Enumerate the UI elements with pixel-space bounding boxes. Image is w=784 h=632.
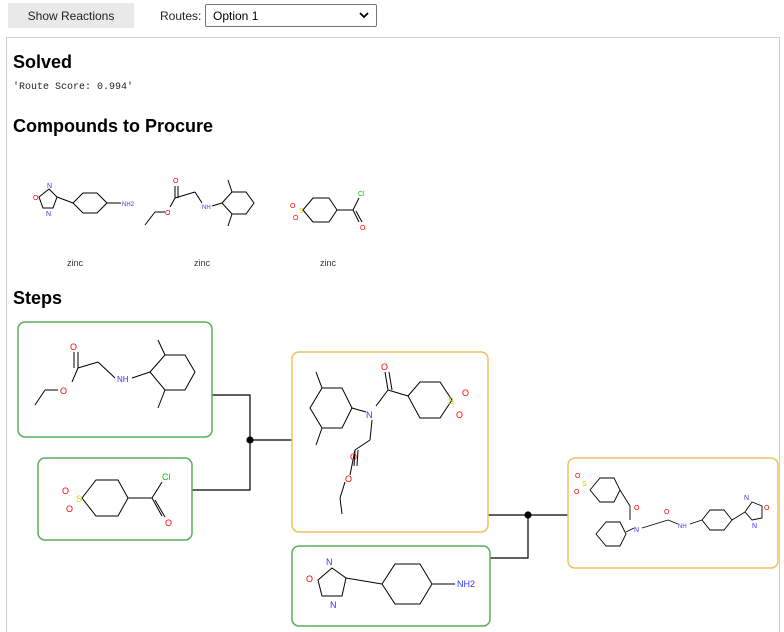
procure-source-label: zinc xyxy=(193,258,210,268)
procure-3-atom-o: O xyxy=(293,215,299,222)
procure-2-atom-nh: NH xyxy=(202,205,211,211)
atom-o: O xyxy=(462,388,469,398)
atom-o: O xyxy=(66,504,73,514)
step-molecule-reactant-3: O N N NH2 xyxy=(291,545,491,627)
step-molecule-product: S O O O N O NH N O N xyxy=(567,457,779,569)
step-molecule-reactant-1: O O NH xyxy=(17,321,213,438)
procure-heading: Compounds to Procure xyxy=(13,116,214,136)
procure-3-atom-s: S xyxy=(299,208,304,215)
procure-3-atom-o: O xyxy=(290,203,296,210)
atom-s: S xyxy=(448,396,454,406)
atom-n: N xyxy=(326,557,333,567)
procure-source-label: zinc xyxy=(319,258,336,268)
status-heading: Solved xyxy=(13,52,73,72)
step-molecule-reactant-2: S O O O Cl xyxy=(37,457,193,541)
atom-o: O xyxy=(60,386,67,396)
atom-o: O xyxy=(62,486,69,496)
atom-nh: NH xyxy=(117,375,129,384)
step-molecule-intermediate: N O S O O O O xyxy=(291,351,489,533)
atom-n: N xyxy=(366,410,373,420)
atom-s: S xyxy=(76,494,82,504)
atom-nh2: NH2 xyxy=(457,579,475,589)
atom-o: O xyxy=(575,473,581,480)
procure-1-atom-o: O xyxy=(33,195,39,202)
atom-o: O xyxy=(345,474,352,484)
chevron-down-icon xyxy=(359,12,369,19)
atom-n: N xyxy=(634,527,639,534)
routes-selected-value: Option 1 xyxy=(213,8,259,23)
show-reactions-button[interactable]: Show Reactions xyxy=(8,3,134,28)
atom-n: N xyxy=(330,600,337,610)
routes-label: Routes: xyxy=(160,9,202,23)
procure-source-label: zinc xyxy=(66,258,83,268)
atom-o: O xyxy=(350,452,357,462)
procure-1-atom-n: N xyxy=(47,183,52,190)
procure-1-atom-nh2: NH2 xyxy=(122,202,135,208)
routes-select[interactable]: Option 1 xyxy=(205,4,377,27)
atom-o: O xyxy=(306,574,313,584)
atom-o: O xyxy=(664,509,670,516)
route-score: 'Route Score: 0.994' xyxy=(13,82,134,93)
reaction-tree: O O NH S O O O Cl N O S O O O O O N N NH… xyxy=(17,321,779,627)
atom-s: S xyxy=(582,481,587,488)
procure-compound-1: O N N NH2 xyxy=(33,183,135,218)
procure-1-atom-n: N xyxy=(46,211,51,218)
atom-o: O xyxy=(70,342,77,352)
atom-o: O xyxy=(764,505,770,512)
procure-2-atom-o: O xyxy=(165,210,171,217)
atom-n: N xyxy=(752,523,757,530)
atom-o: O xyxy=(381,362,388,372)
atom-cl: Cl xyxy=(162,472,171,482)
procure-3-atom-o: O xyxy=(360,225,366,232)
procure-compound-3: S O O O Cl xyxy=(290,191,366,232)
atom-n: N xyxy=(744,495,749,502)
atom-o: O xyxy=(456,410,463,420)
atom-o: O xyxy=(165,518,172,528)
steps-heading: Steps xyxy=(13,288,63,308)
procure-3-atom-cl: Cl xyxy=(358,191,365,198)
atom-o: O xyxy=(634,505,640,512)
reaction-connectors xyxy=(192,394,568,559)
atom-nh: NH xyxy=(678,524,687,530)
atom-o: O xyxy=(574,489,580,496)
toolbar: Show Reactions Routes: Option 1 xyxy=(0,0,784,34)
procure-2-atom-o: O xyxy=(173,178,179,185)
procure-compound-2: O O NH xyxy=(144,178,255,227)
